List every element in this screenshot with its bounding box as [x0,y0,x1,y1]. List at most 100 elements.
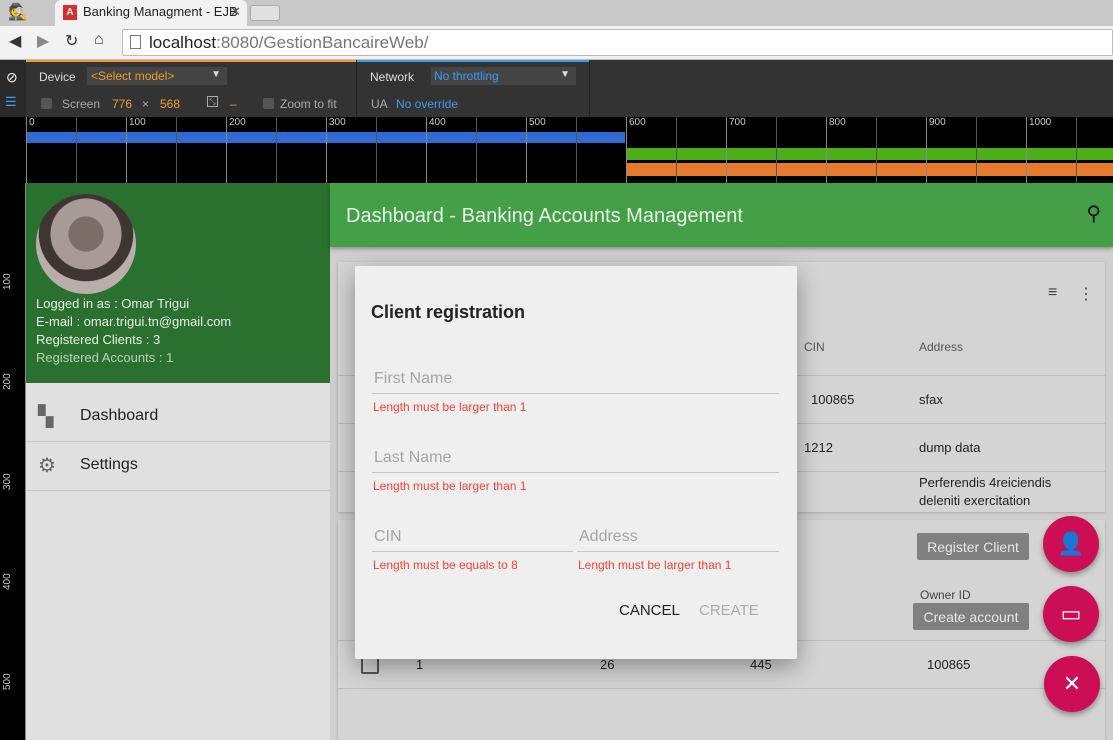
browser-tab[interactable]: A Banking Managment - EJB ✕ [55,0,247,26]
address-bar[interactable]: localhost:8080/GestionBancaireWeb/ [122,29,1113,56]
cell-address: sfax [919,392,943,407]
ruler-minor-tick [276,117,279,183]
device-toolbar: Device <Select model> ▼ Screen 776 × 568 … [0,60,1113,117]
url-path: :8080/GestionBancaireWeb/ [216,33,429,52]
ruler-tick: 200 [226,117,246,183]
cell-address: dump data [919,440,981,455]
cell-owner: 100865 [927,657,971,672]
ruler-tick: 300 [326,117,346,183]
cell-address: Perferendis 4reiciendis deleniti exercit… [919,475,1052,508]
filter-icon[interactable]: ≡ [1048,284,1057,302]
new-tab-button[interactable] [250,5,280,21]
accounts-count: Registered Accounts : 1 [36,350,174,365]
scale-value[interactable]: – [230,97,237,111]
client-registration-dialog: Client registration First Name Length mu… [355,266,797,659]
screen-checkbox[interactable] [41,98,52,109]
more-icon[interactable]: ⋮ [1078,284,1094,304]
ruler-tick: 500 [2,673,13,690]
add-account-fab[interactable]: ▭ [1043,586,1099,642]
ruler-tick: 200 [2,373,13,390]
page-title: Dashboard - Banking Accounts Management [346,205,743,227]
clients-count: Registered Clients : 3 [36,332,161,347]
ua-label: UA [371,97,388,111]
screen-label: Screen [62,97,101,111]
reload-icon[interactable]: ↻ [65,31,78,51]
zoom-to-fit-checkbox[interactable] [263,98,274,109]
ruler-tick: 800 [826,117,846,183]
cancel-button[interactable]: CANCEL [619,602,680,619]
angular-icon: A [63,5,77,20]
ruler-tick: 900 [926,117,946,183]
url-host: localhost [149,33,217,52]
ruler-minor-tick [376,117,379,183]
create-button[interactable]: CREATE [699,602,759,619]
ruler-tick: 300 [2,473,13,490]
register-client-button[interactable]: Register Client [917,533,1029,560]
ruler-minor-tick [476,117,479,183]
ruler-tick: 700 [726,117,746,183]
ruler-tick: 100 [2,273,13,290]
times-sign: × [142,97,150,111]
create-account-button[interactable]: Create account [913,603,1029,630]
device-select[interactable]: <Select model> ▼ [87,67,227,85]
ruler-minor-tick [776,117,779,183]
first-name-error: Length must be larger than 1 [373,400,527,414]
horizontal-ruler: 0 100 200 300 400 500 600 700 800 900 1000 [0,117,1113,183]
tab-title: Banking Managment - EJB [83,4,238,19]
device-label: Device [39,70,76,84]
email-text: E-mail : omar.trigui.tn@gmail.com [36,314,232,329]
last-name-input[interactable]: Last Name [372,445,779,473]
cin-input[interactable]: CIN [372,524,573,552]
ruler-minor-tick [76,117,79,183]
media-queries-icon[interactable]: ☰ [5,94,17,110]
last-name-error: Length must be larger than 1 [373,479,527,493]
person-add-icon: 👤 [1057,531,1085,556]
first-name-input[interactable]: First Name [372,366,779,394]
column-header-cin[interactable]: CIN [804,340,825,354]
home-icon[interactable]: ⌂ [94,31,104,49]
back-icon[interactable]: ◀ [9,31,21,51]
screen-width[interactable]: 776 [112,97,132,111]
ruler-minor-tick [976,117,979,183]
ruler-minor-tick [176,117,179,183]
ruler-tick: 400 [426,117,446,183]
zoom-to-fit-label: Zoom to fit [280,97,337,111]
address-input[interactable]: Address [577,524,779,552]
ruler-tick: 400 [2,573,13,590]
sidebar-item-settings[interactable]: ⚙ Settings [26,442,330,491]
ruler-tick: 100 [126,117,146,183]
network-select[interactable]: No throttling ▼ [431,67,576,85]
ruler-tick: 1000 [1026,117,1051,183]
column-header-address[interactable]: Address [919,340,963,354]
close-fab[interactable]: ✕ [1044,656,1100,712]
incognito-icon: 🕵 [8,4,28,21]
address-error: Length must be larger than 1 [578,558,732,572]
cell: 445 [750,657,772,672]
screen-height[interactable]: 568 [160,97,180,111]
menu-label: Dashboard [80,407,159,424]
block-icon[interactable]: ⊘ [6,69,18,86]
dashboard-icon: ▚ [38,406,54,428]
ruler-tick: 0 [26,117,35,183]
ruler-tick: 500 [526,117,546,183]
ruler-minor-tick [876,117,879,183]
dialog-title: Client registration [371,302,526,322]
swap-dimensions-icon[interactable]: ⤡ [207,96,218,107]
cell-cin: 1212 [804,440,833,455]
network-label: Network [370,70,415,84]
forward-icon[interactable]: ▶ [37,31,49,51]
cell: 26 [600,657,615,672]
close-icon: ✕ [1062,671,1082,696]
ua-value[interactable]: No override [396,97,458,111]
app-header: Dashboard - Banking Accounts Management ⚲ [330,183,1113,247]
sidebar-item-dashboard[interactable]: ▚ Dashboard [26,393,330,442]
ruler-minor-tick [676,117,679,183]
close-tab-icon[interactable]: ✕ [230,4,241,20]
search-icon[interactable]: ⚲ [1086,201,1101,226]
devtools-side: ⊘ ☰ [0,60,26,117]
avatar [36,194,136,294]
logged-in-text: Logged in as : Omar Trigui [36,296,190,311]
column-header-owner[interactable]: Owner ID [920,588,971,602]
add-client-fab[interactable]: 👤 [1043,516,1099,572]
cell-cin: 100865 [811,392,855,407]
